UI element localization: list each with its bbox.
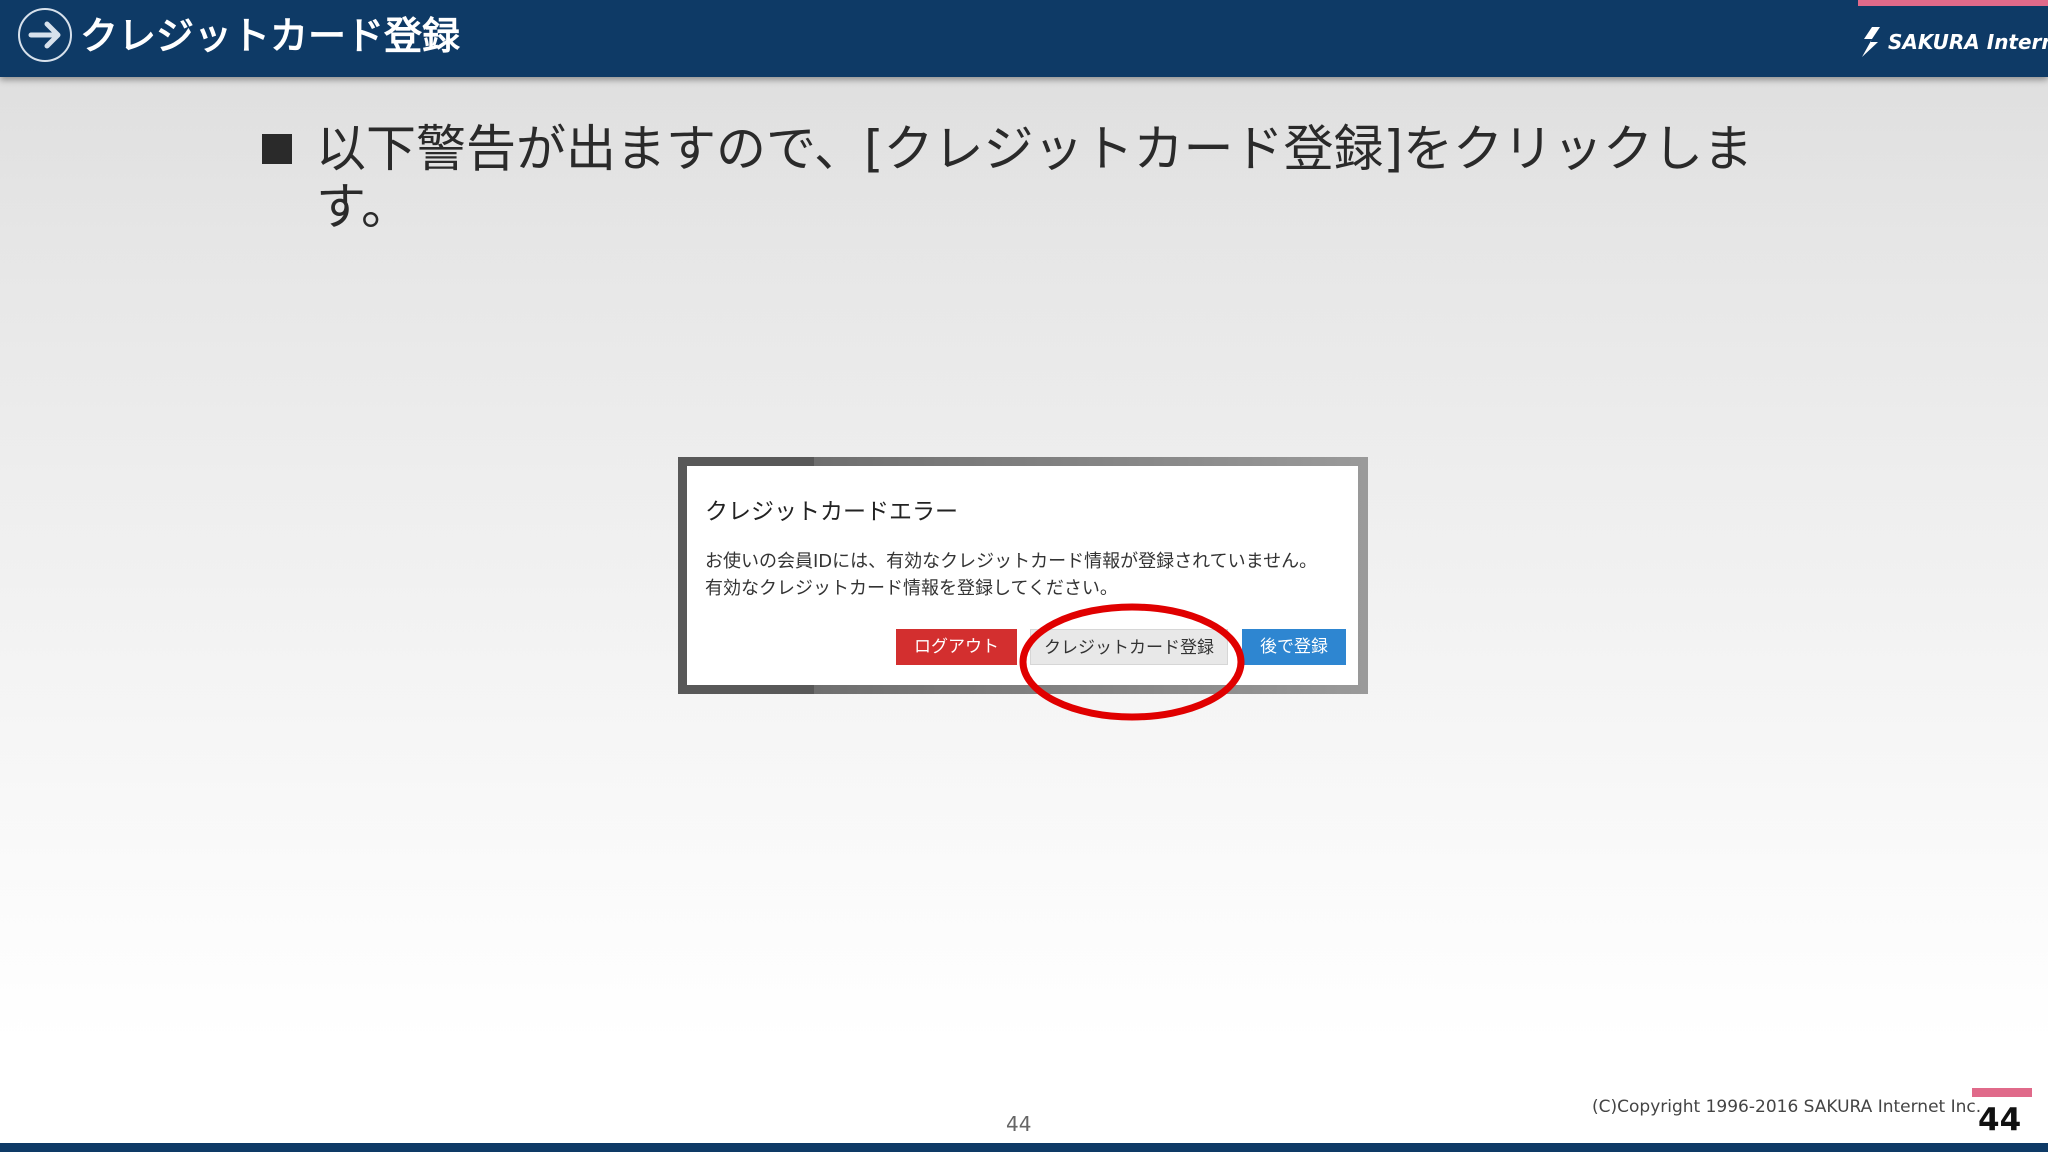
logo-text: SAKURA Internet bbox=[1888, 30, 2048, 54]
page-title: クレジットカード登録 bbox=[80, 14, 461, 58]
header-bar: クレジットカード登録 SAKURA Internet bbox=[0, 0, 2048, 77]
bullet-square-icon bbox=[262, 134, 292, 164]
dialog-message-line2: 有効なクレジットカード情報を登録してください。 bbox=[705, 578, 1118, 599]
arrow-right-circle-icon bbox=[18, 8, 72, 62]
accent-stripe-bottom bbox=[1972, 1088, 2032, 1097]
dialog-message-line1: お使いの会員IDには、有効なクレジットカード情報が登録されていません。 bbox=[705, 551, 1318, 572]
logout-button[interactable]: ログアウト bbox=[896, 629, 1017, 665]
copyright-text: (C)Copyright 1996-2016 SAKURA Internet I… bbox=[1592, 1097, 1982, 1117]
footer-bar bbox=[0, 1143, 2048, 1152]
page-number: 44 bbox=[1978, 1102, 2022, 1138]
accent-stripe bbox=[1858, 0, 2048, 6]
instruction-text: 以下警告が出ますので、[クレジットカード登録]をクリックします。 bbox=[316, 120, 1754, 236]
dialog-title: クレジットカードエラー bbox=[705, 499, 958, 525]
dialog-message: お使いの会員IDには、有効なクレジットカード情報が登録されていません。 有効なク… bbox=[705, 548, 1355, 602]
sakura-logo: SAKURA Internet bbox=[1858, 22, 2048, 62]
page-number-center: 44 bbox=[1006, 1112, 1032, 1136]
highlight-ellipse bbox=[1019, 603, 1245, 721]
sakura-mark-icon bbox=[1862, 27, 1880, 57]
register-later-button[interactable]: 後で登録 bbox=[1242, 629, 1346, 665]
